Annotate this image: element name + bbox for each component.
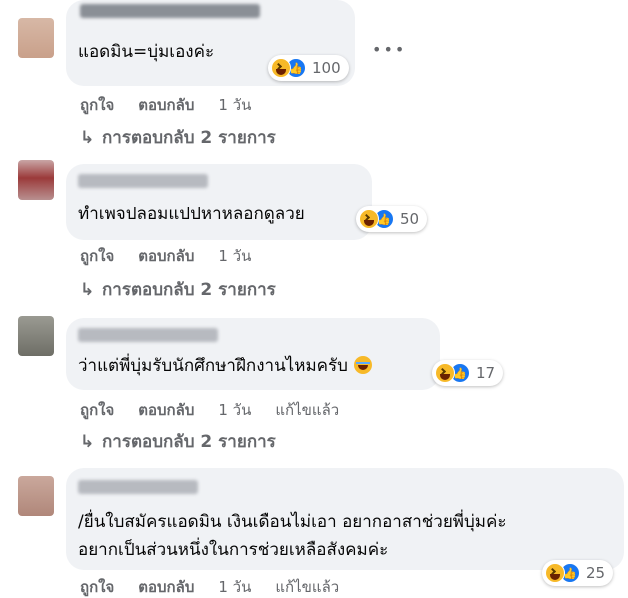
like-button[interactable]: ถูกใจ: [80, 398, 114, 422]
replies-label: การตอบกลับ 2 รายการ: [102, 280, 276, 300]
timestamp[interactable]: 1 วัน: [218, 575, 251, 598]
reaction-count: 17: [476, 364, 496, 382]
author-name-blurred[interactable]: [78, 174, 208, 188]
haha-reaction-icon: [271, 58, 291, 78]
replies-label: การตอบกลับ 2 รายการ: [102, 432, 276, 452]
reply-button[interactable]: ตอบกลับ: [138, 244, 194, 268]
reaction-summary[interactable]: 👍 50: [356, 206, 428, 232]
author-name-blurred[interactable]: [80, 4, 260, 18]
like-button[interactable]: ถูกใจ: [80, 93, 114, 117]
haha-reaction-icon: [545, 563, 565, 583]
reaction-count: 50: [400, 210, 420, 228]
comment-actions: ถูกใจ ตอบกลับ 1 วัน: [80, 93, 275, 117]
comment-bubble: ว่าแต่พี่บุ่มรับนักศึกษาฝึกงานไหมครับ: [66, 318, 440, 390]
like-button[interactable]: ถูกใจ: [80, 575, 114, 598]
edited-label: แก้ไขแล้ว: [275, 578, 340, 596]
avatar[interactable]: [18, 316, 54, 356]
avatar[interactable]: [18, 18, 54, 58]
timestamp[interactable]: 1 วัน: [218, 93, 251, 117]
reply-button[interactable]: ตอบกลับ: [138, 575, 194, 598]
reply-button[interactable]: ตอบกลับ: [138, 398, 194, 422]
reaction-summary[interactable]: 👍 100: [268, 55, 349, 81]
reply-arrow-icon: ↳: [80, 279, 95, 300]
view-replies-link[interactable]: ↳ การตอบกลับ 2 รายการ: [80, 124, 276, 151]
comment-text: ว่าแต่พี่บุ่มรับนักศึกษาฝึกงานไหมครับ: [78, 352, 372, 380]
haha-reaction-icon: [435, 363, 455, 383]
reaction-count: 25: [586, 564, 606, 582]
author-name-blurred[interactable]: [78, 328, 218, 342]
reply-button[interactable]: ตอบกลับ: [138, 93, 194, 117]
comment-text-content: ว่าแต่พี่บุ่มรับนักศึกษาฝึกงานไหมครับ: [78, 356, 348, 376]
like-button[interactable]: ถูกใจ: [80, 244, 114, 268]
comment-actions: ถูกใจ ตอบกลับ 1 วัน แก้ไขแล้ว: [80, 575, 363, 598]
author-name-blurred[interactable]: [78, 480, 198, 494]
edited-label: แก้ไขแล้ว: [275, 401, 340, 419]
comment-bubble: ทำเพจปลอมแปปหาหลอกดูลวย: [66, 164, 372, 240]
haha-reaction-icon: [359, 209, 379, 229]
reply-arrow-icon: ↳: [80, 127, 95, 148]
comment-text: ทำเพจปลอมแปปหาหลอกดูลวย: [78, 204, 305, 224]
timestamp[interactable]: 1 วัน: [218, 244, 251, 268]
timestamp[interactable]: 1 วัน: [218, 398, 251, 422]
view-replies-link[interactable]: ↳ การตอบกลับ 2 รายการ: [80, 276, 276, 303]
reply-arrow-icon: ↳: [80, 431, 95, 452]
comment-text-line-1: /ยื่นใบสมัครแอดมิน เงินเดือนไม่เอา อยากอ…: [78, 512, 507, 532]
reaction-summary[interactable]: 👍 25: [542, 560, 614, 586]
reaction-summary[interactable]: 👍 17: [432, 360, 504, 386]
view-replies-link[interactable]: ↳ การตอบกลับ 2 รายการ: [80, 428, 276, 455]
crying-laughing-emoji-icon: [353, 356, 372, 374]
comment-bubble: /ยื่นใบสมัครแอดมิน เงินเดือนไม่เอา อยากอ…: [66, 468, 624, 570]
avatar[interactable]: [18, 476, 54, 516]
reaction-count: 100: [312, 59, 341, 77]
comment-actions: ถูกใจ ตอบกลับ 1 วัน: [80, 244, 275, 268]
comment-text: แอดมิน=บุ่มเองค่ะ: [78, 42, 215, 62]
comment-text-line-2: อยากเป็นส่วนหนึ่งในการช่วยเหลือสังคมค่ะ: [78, 540, 389, 560]
more-options-icon[interactable]: •••: [372, 40, 406, 59]
replies-label: การตอบกลับ 2 รายการ: [102, 128, 276, 148]
avatar[interactable]: [18, 160, 54, 200]
comment-actions: ถูกใจ ตอบกลับ 1 วัน แก้ไขแล้ว: [80, 398, 363, 422]
